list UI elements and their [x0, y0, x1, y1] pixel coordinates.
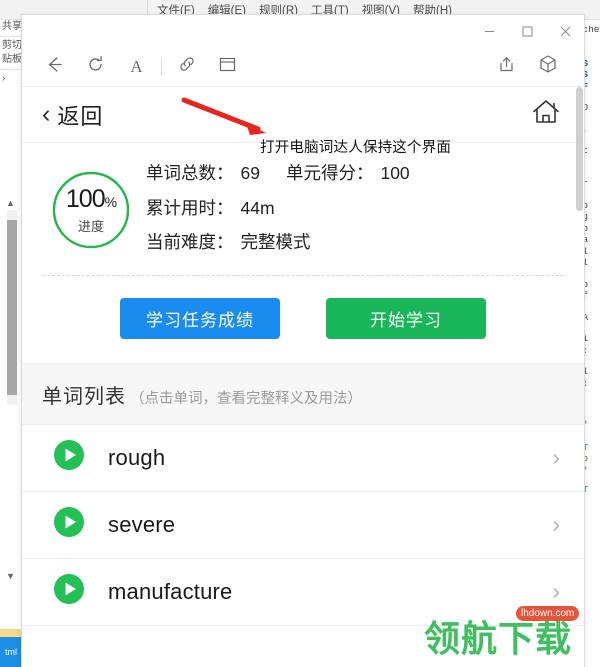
maximize-icon: [522, 26, 533, 37]
word-label: manufacture: [108, 578, 233, 604]
screen-root: 文件(F) 编辑(E) 规则(R) 工具(T) 视图(V) 帮助(H) 共享 剪…: [0, 0, 600, 667]
action-buttons: 学习任务成绩 开始学习: [22, 276, 584, 363]
play-icon[interactable]: [52, 572, 86, 611]
minimize-icon: [484, 26, 495, 37]
page-header: ‹ 返回: [22, 87, 584, 143]
stat-value: 完整模式: [240, 232, 311, 252]
toolbar-left-group: A: [34, 50, 248, 84]
progress-ring: 100% 进度: [50, 169, 132, 251]
minimize-button[interactable]: [470, 18, 508, 44]
left-panel-row: 贴板: [2, 54, 21, 65]
back-label: 返回: [57, 103, 104, 129]
app-window: A ‹ 返回 100% 进度 单词总数： 69 单元得分： 100 累计用时： …: [21, 14, 585, 667]
stat-row-difficulty: 当前难度： 完整模式: [146, 232, 410, 252]
link-button[interactable]: [166, 50, 207, 84]
word-list-subtitle: （点击单词，查看完整释义及用法）: [130, 390, 362, 407]
cube-icon: [538, 54, 558, 79]
back-arrow-icon: [44, 54, 65, 80]
app-scrollbar-thumb[interactable]: [576, 87, 583, 211]
word-list-item[interactable]: rough ›: [22, 424, 584, 492]
home-button[interactable]: [530, 96, 562, 133]
percent-sign: %: [104, 194, 117, 210]
word-label: rough: [108, 444, 166, 470]
word-list-header: 单词列表 （点击单词，查看完整释义及用法）: [22, 362, 584, 425]
refresh-button[interactable]: [75, 50, 116, 84]
left-panel-row: 剪切: [2, 40, 21, 51]
app-toolbar: A: [22, 47, 584, 87]
study-score-button[interactable]: 学习任务成绩: [120, 297, 280, 339]
window-layout-icon: [218, 55, 237, 79]
stat-value: 44m: [240, 197, 275, 218]
word-label: severe: [108, 511, 176, 537]
back-button[interactable]: [34, 50, 75, 84]
window-titlebar[interactable]: [22, 15, 584, 47]
left-panel-row: 共享: [2, 21, 21, 32]
stat-label: 单元得分：: [285, 163, 374, 183]
font-size-button[interactable]: A: [116, 50, 157, 84]
scroll-down-arrow-icon[interactable]: ▼: [6, 571, 15, 581]
start-study-button[interactable]: 开始学习: [326, 297, 486, 339]
app-scrollbar[interactable]: [576, 87, 583, 667]
stat-row-total-time: 累计用时： 44m: [146, 197, 410, 218]
left-panel-divider: [0, 36, 21, 37]
stat-value: 100: [380, 163, 410, 183]
toolbar-separator: [161, 58, 162, 75]
stat-row-total-words: 单词总数： 69 单元得分： 100: [146, 163, 410, 183]
progress-sub-label: 进度: [77, 219, 104, 234]
progress-percent: 100%: [50, 185, 132, 214]
scroll-up-arrow-icon[interactable]: ▲: [6, 198, 15, 208]
link-icon: [177, 54, 197, 79]
stat-label: 累计用时：: [146, 197, 234, 218]
share-icon: [497, 55, 516, 79]
share-button[interactable]: [486, 50, 527, 84]
home-icon: [530, 100, 562, 132]
word-list-item[interactable]: severe ›: [22, 491, 584, 559]
annotation-text: 打开电脑词达人保持这个界面: [260, 140, 452, 156]
stat-value: 69: [240, 163, 260, 183]
layout-button[interactable]: [207, 50, 248, 84]
stat-label: 当前难度：: [146, 232, 234, 252]
toolbar-right-group: [486, 50, 568, 84]
close-icon: [560, 26, 571, 37]
refresh-icon: [86, 55, 105, 79]
maximize-button[interactable]: [508, 18, 546, 44]
stat-label: 单词总数：: [146, 163, 234, 183]
letter-a-icon: A: [130, 56, 143, 76]
chevron-right-icon[interactable]: ›: [552, 446, 560, 469]
left-panel-file-tab[interactable]: tml: [0, 637, 22, 667]
chevron-left-icon: ‹: [42, 100, 51, 128]
left-panel-scroll-thumb[interactable]: [7, 220, 17, 395]
chevron-right-icon[interactable]: ›: [552, 580, 560, 603]
left-panel-tab-accent: [0, 629, 22, 637]
left-panel-divider: [0, 69, 21, 70]
word-list-title: 单词列表: [42, 385, 126, 408]
chevron-right-icon[interactable]: ›: [552, 513, 560, 536]
background-left-panel: 共享 剪切 贴板 › ▲ ▼ tml: [0, 20, 22, 667]
left-panel-row: ›: [2, 73, 6, 84]
play-icon[interactable]: [52, 438, 86, 477]
cube-button[interactable]: [527, 50, 568, 84]
close-button[interactable]: [546, 18, 584, 44]
progress-percent-value: 100: [65, 185, 106, 213]
back-link[interactable]: ‹ 返回: [42, 99, 103, 131]
word-list-item[interactable]: manufacture ›: [22, 558, 584, 626]
summary-section: 100% 进度 单词总数： 69 单元得分： 100 累计用时： 44m 当前难…: [22, 143, 584, 269]
play-icon[interactable]: [52, 505, 86, 544]
stats-list: 单词总数： 69 单元得分： 100 累计用时： 44m 当前难度： 完整模式: [146, 161, 410, 269]
